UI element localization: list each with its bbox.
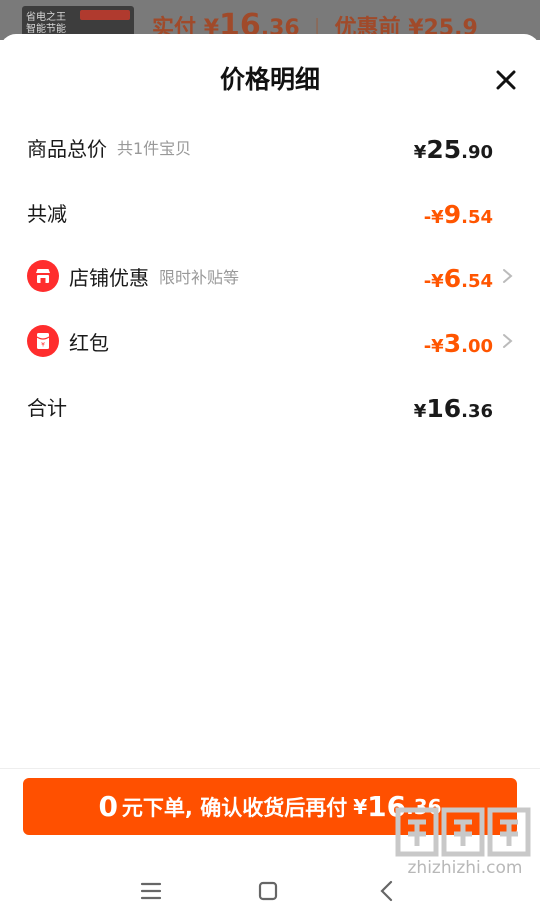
total-reduction-amount: -¥ 9.54 xyxy=(424,192,493,232)
row-sum-label: 合计 xyxy=(27,395,67,420)
row-goods-total: 商品总价 共1件宝贝 ¥25.90 xyxy=(27,127,520,167)
watermark-logo xyxy=(395,807,531,857)
footer-divider xyxy=(0,768,540,769)
amount-dec: .90 xyxy=(461,142,493,163)
pay-symbol: ¥ xyxy=(353,794,368,819)
row-goods-total-sub: 共1件宝贝 xyxy=(117,139,192,158)
amount-int: 6 xyxy=(443,264,462,293)
row-store-discount-label: 店铺优惠 xyxy=(69,265,149,290)
pay-zero: 0 xyxy=(98,790,118,823)
thumbnail-badge xyxy=(80,10,130,20)
row-store-discount-sub: 限时补贴等 xyxy=(159,268,240,287)
watermark: zhizhizhi.com xyxy=(390,800,540,887)
row-store-discount[interactable]: 店铺优惠 限时补贴等 -¥ 6.54 xyxy=(27,256,520,296)
close-button[interactable] xyxy=(490,64,522,96)
watermark-text: zhizhizhi.com xyxy=(407,858,523,878)
price-detail-sheet: 价格明细 商品总价 共1件宝贝 ¥25.90 共减 -¥ 9.54 店铺优惠 限时… xyxy=(0,34,540,921)
amount-int: 25 xyxy=(426,135,462,164)
amount-int: 9 xyxy=(443,200,462,229)
home-button[interactable] xyxy=(253,876,283,906)
amount-symbol: ¥ xyxy=(413,401,427,422)
row-total-reduction: 共减 -¥ 9.54 xyxy=(27,192,520,232)
row-total-reduction-label: 共减 xyxy=(27,201,67,226)
menu-icon xyxy=(140,882,162,900)
amount-dec: .54 xyxy=(461,271,493,292)
sum-amount: ¥16.36 xyxy=(414,386,493,426)
chevron-right-icon xyxy=(502,333,514,349)
amount-dec: .36 xyxy=(461,401,493,422)
amount-int: 3 xyxy=(443,329,462,358)
menu-button[interactable] xyxy=(136,876,166,906)
chevron-right-icon xyxy=(502,268,514,284)
close-icon xyxy=(496,70,516,90)
red-packet-amount: -¥ 3.00 xyxy=(424,321,493,361)
row-goods-total-label: 商品总价 xyxy=(27,136,107,161)
amount-int: 16 xyxy=(426,394,462,423)
goods-total-amount: ¥25.90 xyxy=(414,127,493,167)
amount-dec: .00 xyxy=(461,336,493,357)
amount-symbol: ¥ xyxy=(413,142,427,163)
store-icon xyxy=(27,260,59,292)
svg-text:¥: ¥ xyxy=(41,342,45,349)
row-red-packet-label: 红包 xyxy=(69,330,109,355)
amount-symbol: -¥ xyxy=(423,271,444,292)
amount-dec: .54 xyxy=(461,207,493,228)
pay-text: 元下单, 确认收货后再付 xyxy=(121,795,348,820)
row-sum: 合计 ¥16.36 xyxy=(27,386,520,426)
home-icon xyxy=(258,881,278,901)
amount-symbol: -¥ xyxy=(423,336,444,357)
red-packet-icon: ¥ xyxy=(27,325,59,357)
sheet-title: 价格明细 xyxy=(219,65,320,94)
row-red-packet[interactable]: ¥ 红包 -¥ 3.00 xyxy=(27,321,520,361)
amount-symbol: -¥ xyxy=(423,207,444,228)
store-discount-amount: -¥ 6.54 xyxy=(424,256,493,296)
thumbnail-label: 省电之王 智能节能 xyxy=(26,12,66,35)
